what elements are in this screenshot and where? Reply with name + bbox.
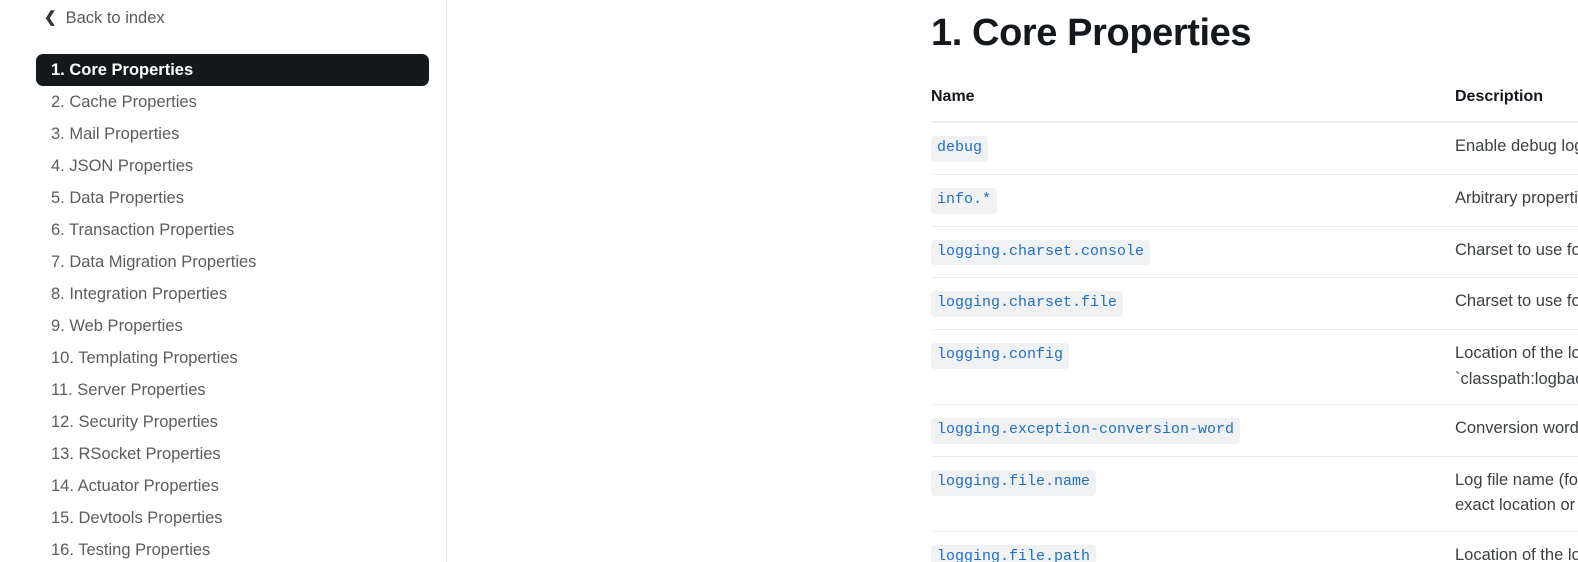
- property-name-code[interactable]: debug: [931, 136, 988, 162]
- property-name-code[interactable]: info.*: [931, 188, 997, 214]
- sidebar-item-label: 1. Core Properties: [51, 61, 193, 80]
- table-row: logging.file.path Location of the log fil…: [931, 532, 1578, 562]
- cell-description: Log file name (for instance, `myapp.log`…: [1455, 456, 1578, 531]
- cell-property-name: info.*: [931, 174, 1455, 226]
- cell-property-name: logging.file.name: [931, 456, 1455, 531]
- column-header-name: Name: [931, 88, 1455, 122]
- sidebar-item-1[interactable]: 1. Core Properties: [36, 54, 429, 86]
- property-name-code[interactable]: logging.exception-conversion-word: [931, 418, 1240, 444]
- sidebar-item-label: 8. Integration Properties: [51, 285, 227, 304]
- table-header-row: Name Description Default Value: [931, 88, 1578, 122]
- cell-property-name: logging.charset.file: [931, 278, 1455, 330]
- sidebar-item-label: 10. Templating Properties: [51, 349, 238, 368]
- sidebar-nav-list: 1. Core Properties 2. Cache Properties 3. …: [0, 54, 446, 562]
- sidebar-item-7[interactable]: 7. Data Migration Properties: [36, 246, 429, 278]
- sidebar-item-label: 14. Actuator Properties: [51, 477, 219, 496]
- sidebar-item-12[interactable]: 12. Security Properties: [36, 406, 429, 438]
- sidebar-item-label: 5. Data Properties: [51, 189, 184, 208]
- sidebar-item-2[interactable]: 2. Cache Properties: [36, 86, 429, 118]
- property-name-code[interactable]: logging.file.name: [931, 470, 1096, 496]
- description-text: Arbitrary properties to add to the info …: [1455, 186, 1578, 212]
- cell-description: Location of the logging configuration fi…: [1455, 330, 1578, 405]
- sidebar-item-6[interactable]: 6. Transaction Properties: [36, 214, 429, 246]
- description-text: Log file name (for instance, `myapp.log`…: [1455, 468, 1578, 519]
- property-name-code[interactable]: logging.charset.file: [931, 291, 1123, 317]
- cell-property-name: logging.exception-conversion-word: [931, 405, 1455, 457]
- sidebar-item-4[interactable]: 4. JSON Properties: [36, 150, 429, 182]
- description-text: Charset to use for file output.: [1455, 289, 1578, 315]
- cell-description: Location of the log file. For instance, …: [1455, 532, 1578, 562]
- property-name-code[interactable]: logging.config: [931, 343, 1069, 369]
- cell-description: Charset to use for console output.: [1455, 226, 1578, 278]
- table-row: info.* Arbitrary properties to add to the…: [931, 174, 1578, 226]
- table-row: logging.exception-conversion-word Convers…: [931, 405, 1578, 457]
- sidebar-item-label: 11. Server Properties: [51, 381, 206, 400]
- sidebar-item-10[interactable]: 10. Templating Properties: [36, 342, 429, 374]
- sidebar-item-label: 3. Mail Properties: [51, 125, 179, 144]
- sidebar-item-label: 15. Devtools Properties: [51, 509, 223, 528]
- property-name-code[interactable]: logging.file.path: [931, 545, 1096, 562]
- sidebar-item-8[interactable]: 8. Integration Properties: [36, 278, 429, 310]
- table-body: debugEnable debug logs.falseinfo.*Arbitr…: [931, 122, 1578, 562]
- sidebar-item-15[interactable]: 15. Devtools Properties: [36, 502, 429, 534]
- sidebar-item-label: 9. Web Properties: [51, 317, 183, 336]
- sidebar-item-label: 13. RSocket Properties: [51, 445, 221, 464]
- cell-property-name: logging.config: [931, 330, 1455, 405]
- sidebar-item-label: 4. JSON Properties: [51, 157, 193, 176]
- documentation-page: ❮ Back to index 1. Core Properties 2. Cac…: [0, 0, 1578, 562]
- cell-description: Charset to use for file output.: [1455, 278, 1578, 330]
- cell-description: Arbitrary properties to add to the info …: [1455, 174, 1578, 226]
- column-header-description: Description: [1455, 88, 1578, 122]
- chevron-left-icon: ❮: [44, 10, 57, 25]
- properties-table: Name Description Default Value debug Enab…: [931, 88, 1578, 562]
- sidebar-item-label: 7. Data Migration Properties: [51, 253, 256, 272]
- sidebar-item-5[interactable]: 5. Data Properties: [36, 182, 429, 214]
- properties-table-container: Name Description Default Value debug Enab…: [931, 88, 1578, 562]
- property-name-code[interactable]: logging.charset.console: [931, 240, 1150, 266]
- description-text: Enable debug logs.: [1455, 134, 1578, 160]
- main-content: 1. Core Properties Name Description Defa…: [447, 0, 1578, 562]
- back-to-index-link[interactable]: ❮ Back to index: [44, 8, 165, 28]
- cell-property-name: logging.charset.console: [931, 226, 1455, 278]
- sidebar-item-label: 6. Transaction Properties: [51, 221, 234, 240]
- sidebar-item-3[interactable]: 3. Mail Properties: [36, 118, 429, 150]
- sidebar-item-11[interactable]: 11. Server Properties: [36, 374, 429, 406]
- table-head: Name Description Default Value: [931, 88, 1578, 122]
- description-text: Location of the log file. For instance, …: [1455, 543, 1578, 562]
- description-text: Conversion word used when logging except…: [1455, 416, 1578, 442]
- cell-property-name: logging.file.path: [931, 532, 1455, 562]
- description-text: Location of the logging configuration fi…: [1455, 341, 1578, 392]
- sidebar-item-label: 16. Testing Properties: [51, 541, 210, 560]
- description-text: Charset to use for console output.: [1455, 238, 1578, 264]
- table-row: logging.file.name Log file name (for inst…: [931, 456, 1578, 531]
- sidebar-item-label: 12. Security Properties: [51, 413, 218, 432]
- sidebar-item-13[interactable]: 13. RSocket Properties: [36, 438, 429, 470]
- table-row: debugEnable debug logs.false: [931, 122, 1578, 174]
- cell-property-name: debug: [931, 122, 1455, 174]
- sidebar-item-9[interactable]: 9. Web Properties: [36, 310, 429, 342]
- sidebar-item-14[interactable]: 14. Actuator Properties: [36, 470, 429, 502]
- table-row: logging.config Location of the logging co…: [931, 330, 1578, 405]
- sidebar-item-16[interactable]: 16. Testing Properties: [36, 534, 429, 562]
- sidebar-item-label: 2. Cache Properties: [51, 93, 197, 112]
- table-row: logging.charset.console Charset to use fo…: [931, 226, 1578, 278]
- cell-description: Conversion word used when logging except…: [1455, 405, 1578, 457]
- table-row: logging.charset.file Charset to use for f…: [931, 278, 1578, 330]
- back-to-index-label: Back to index: [66, 8, 165, 28]
- sidebar: ❮ Back to index 1. Core Properties 2. Cac…: [0, 0, 447, 562]
- cell-description: Enable debug logs.: [1455, 122, 1578, 174]
- page-title: 1. Core Properties: [447, 0, 1578, 56]
